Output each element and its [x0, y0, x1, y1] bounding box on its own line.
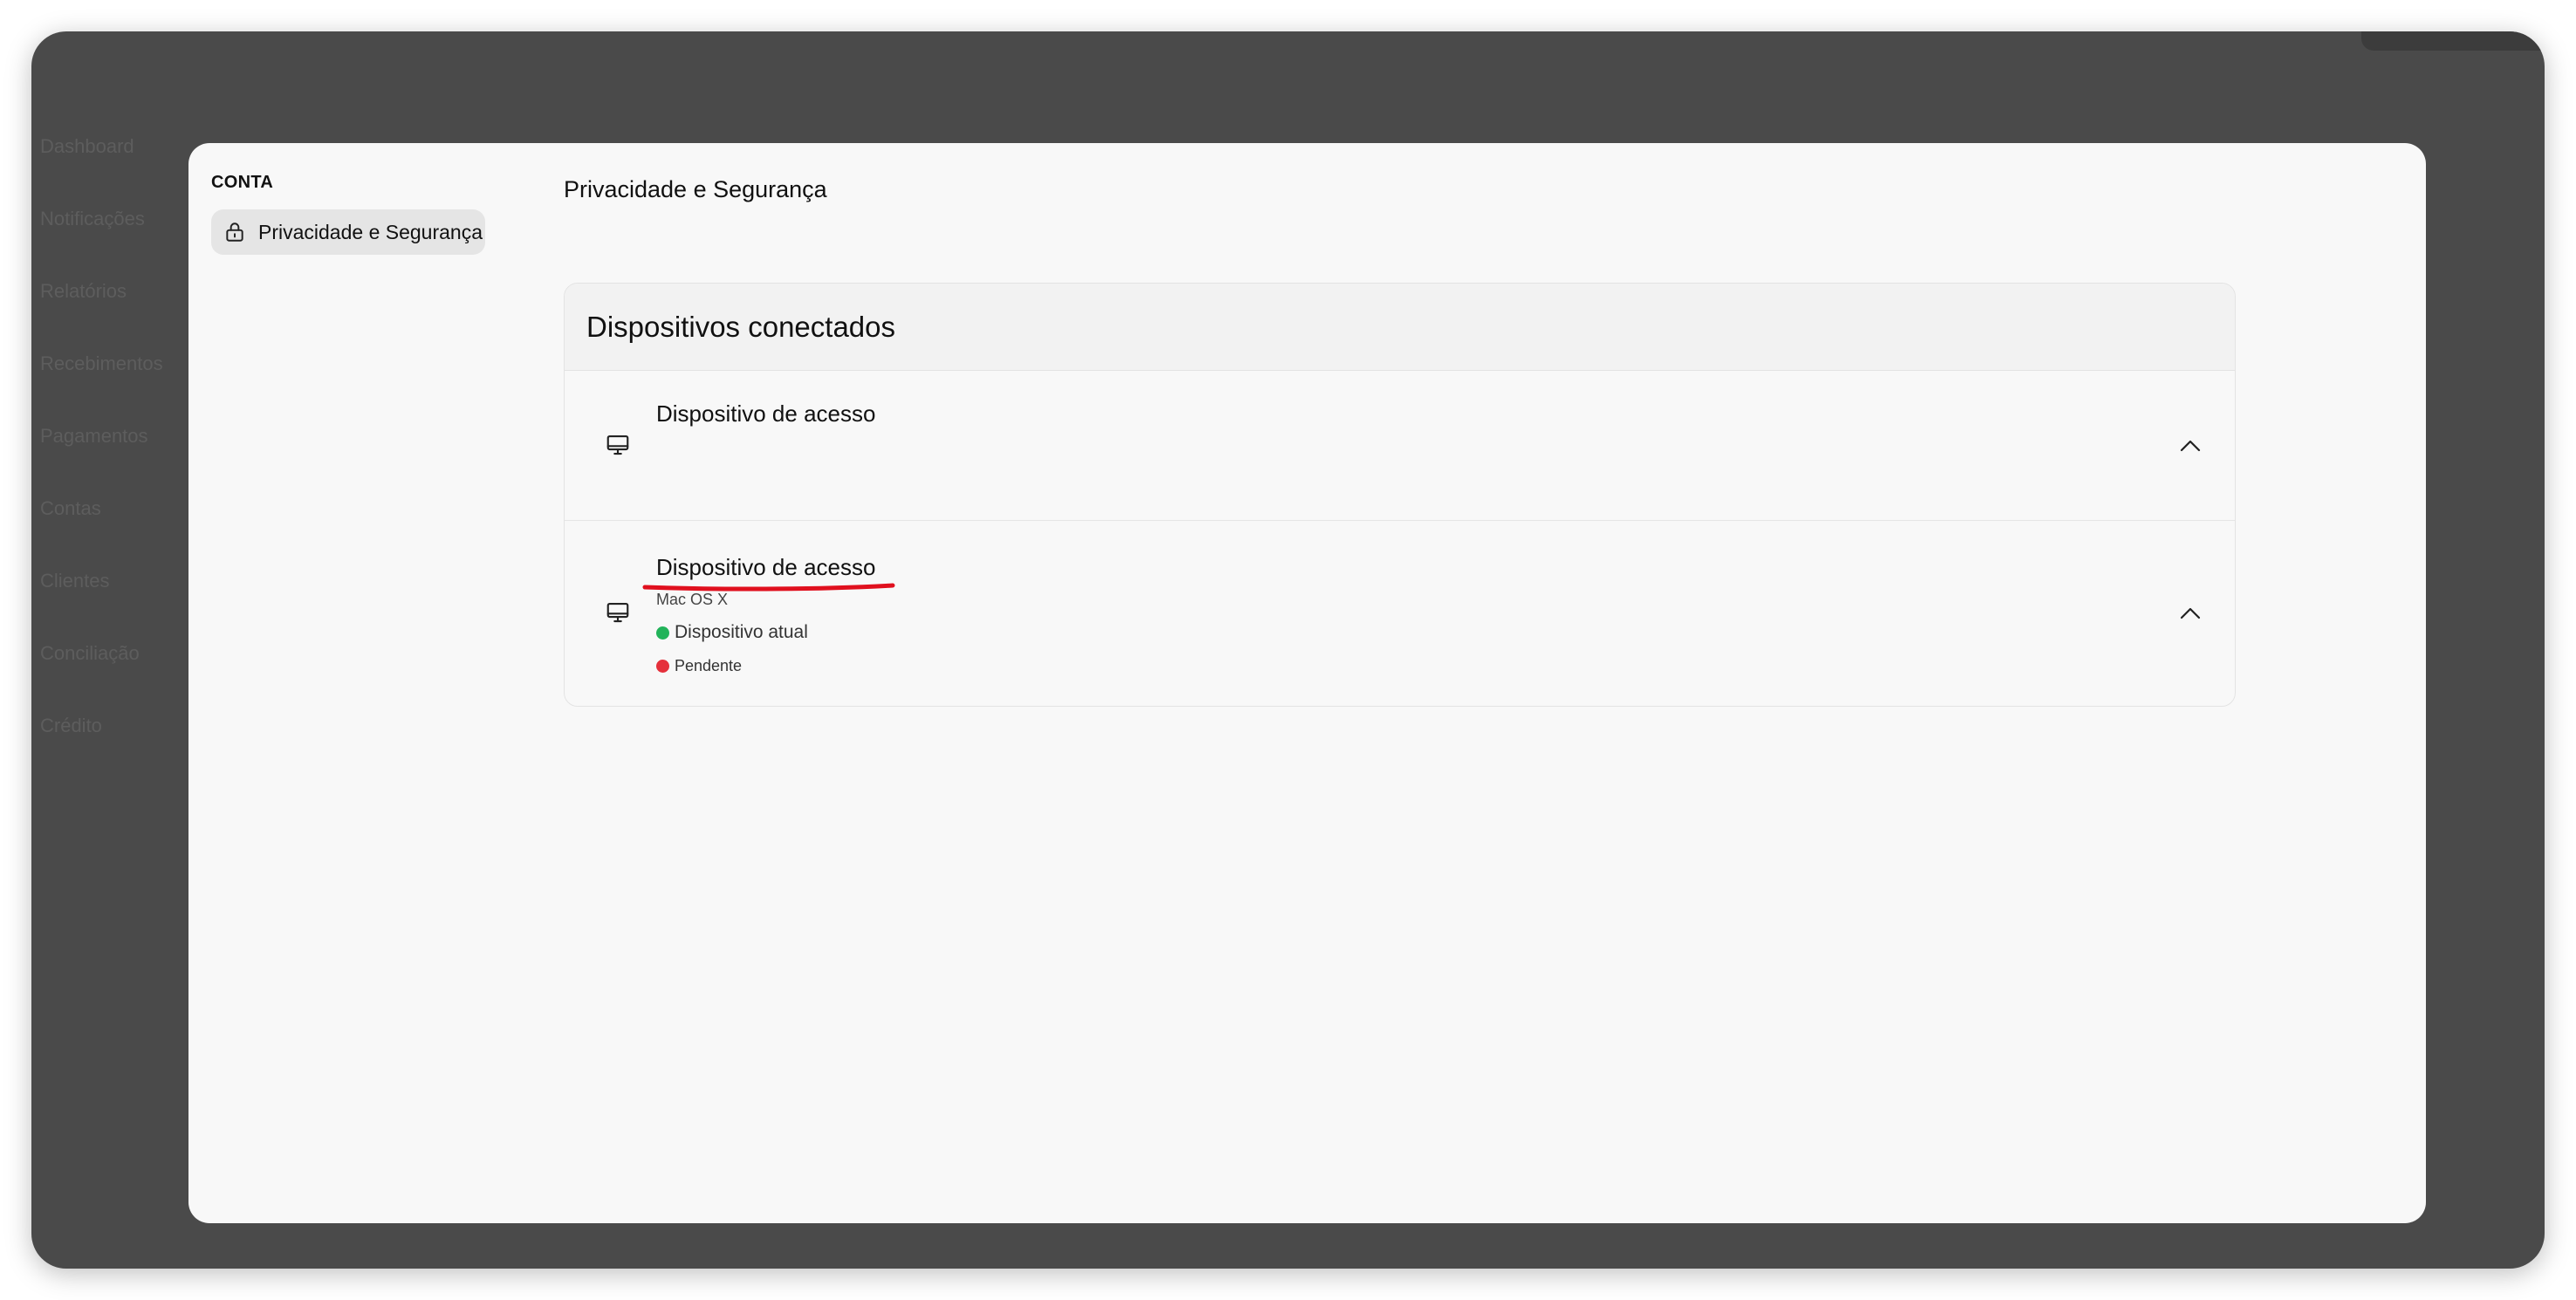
device-name: Dispositivo de acesso: [656, 400, 876, 427]
card-header: Dispositivos conectados: [565, 284, 2235, 371]
background-nav-item: Dashboard: [40, 134, 134, 157]
background-nav-item: Contas: [40, 496, 101, 519]
status-label: Dispositivo atual: [675, 622, 808, 642]
settings-modal: CONTA Privacidade e Segurança Privacidad…: [188, 143, 2426, 1223]
background-nav-item: Conciliação: [40, 641, 140, 664]
status-label: Pendente: [675, 657, 743, 674]
lock-icon: [226, 222, 243, 242]
background-nav-item: Recebimentos: [40, 352, 163, 374]
background-nav-item: Crédito: [40, 714, 102, 736]
monitor-icon: [606, 434, 629, 455]
status-current-device: Dispositivo atual: [656, 622, 808, 643]
background-nav: Dashboard Notificações Relatórios Recebi…: [40, 110, 163, 762]
sidebar-item-privacy-security[interactable]: Privacidade e Segurança: [211, 209, 485, 255]
chevron-up-icon[interactable]: [2177, 605, 2203, 622]
sidebar-section-label: CONTA: [211, 173, 274, 192]
card-title: Dispositivos conectados: [586, 310, 896, 343]
monitor-icon: [606, 602, 629, 623]
app-window-backdrop: Dashboard Notificações Relatórios Recebi…: [31, 31, 2545, 1269]
device-name: Dispositivo de acesso: [656, 554, 876, 580]
device-os: Mac OS X: [656, 591, 729, 608]
background-nav-item: Pagamentos: [40, 424, 148, 447]
chevron-up-icon[interactable]: [2177, 437, 2203, 455]
device-row[interactable]: Dispositivo de acesso: [565, 371, 2235, 521]
background-nav-item: Notificações: [40, 207, 145, 229]
status-dot-green: [656, 626, 669, 640]
status-pending: Pendente: [656, 657, 742, 675]
page-title: Privacidade e Segurança: [564, 176, 827, 202]
background-top-button: [2361, 31, 2545, 51]
connected-devices-card: Dispositivos conectados Dispositivo de a…: [564, 283, 2236, 707]
background-nav-item: Clientes: [40, 569, 110, 592]
device-row[interactable]: Dispositivo de acesso Mac OS X Dispositi…: [565, 521, 2235, 706]
status-dot-red: [656, 660, 669, 673]
sidebar-item-label: Privacidade e Segurança: [258, 220, 483, 243]
background-nav-item: Relatórios: [40, 279, 127, 302]
